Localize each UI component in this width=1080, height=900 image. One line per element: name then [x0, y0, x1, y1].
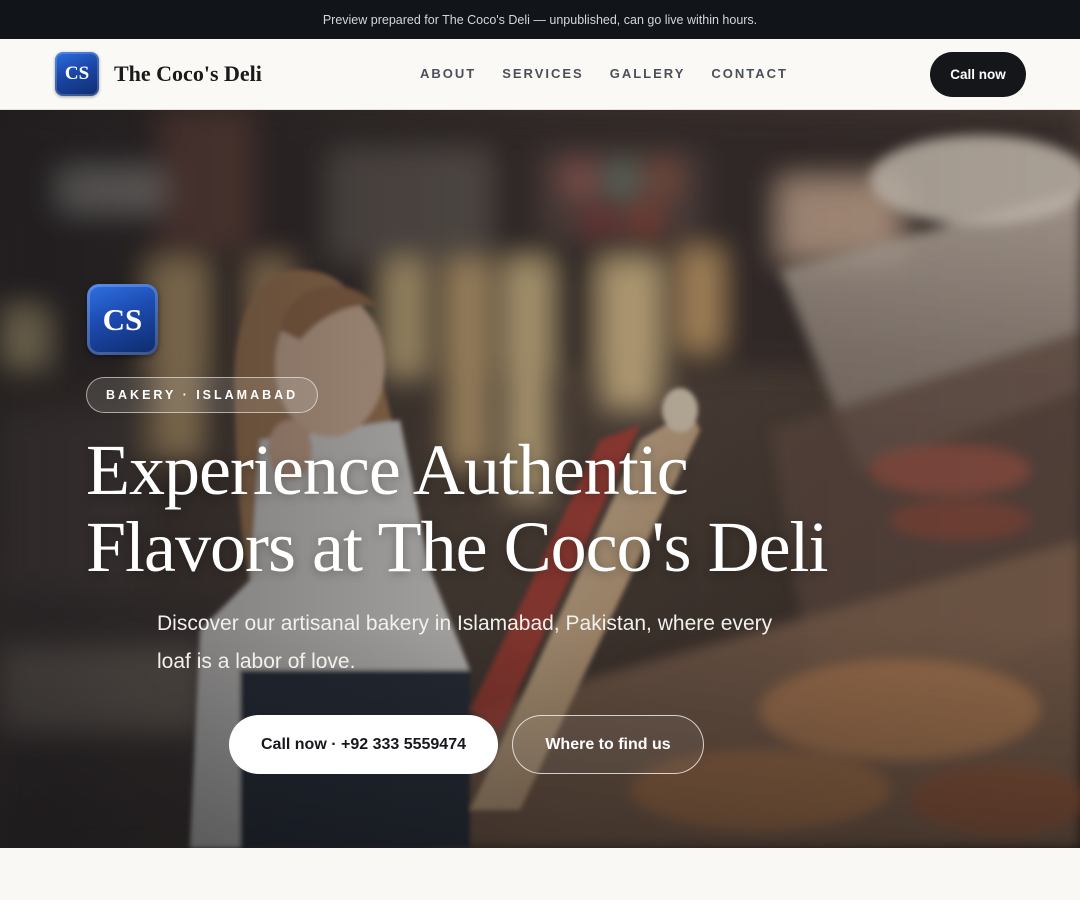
nav-link-services[interactable]: SERVICES [502, 66, 584, 81]
call-now-button[interactable]: Call now [930, 52, 1026, 97]
site-header: CS The Coco's Deli ABOUT SERVICES GALLER… [0, 39, 1080, 110]
nav-link-gallery[interactable]: GALLERY [610, 66, 686, 81]
brand-name[interactable]: The Coco's Deli [114, 61, 262, 87]
call-phone-button[interactable]: Call now · +92 333 5559474 [229, 715, 498, 774]
preview-banner: Preview prepared for The Coco's Deli — u… [0, 0, 1080, 39]
hero-section: CS BAKERY · ISLAMABAD Experience Authent… [0, 110, 1080, 848]
preview-banner-text: Preview prepared for The Coco's Deli — u… [322, 12, 758, 27]
hero-subtitle: Discover our artisanal bakery in Islamab… [157, 612, 773, 673]
nav-link-contact[interactable]: CONTACT [711, 66, 788, 81]
nav-link-about[interactable]: ABOUT [420, 66, 476, 81]
where-to-find-us-button[interactable]: Where to find us [512, 715, 704, 774]
hero-title: Experience Authentic Flavors at The Coco… [86, 430, 829, 587]
hero-logo-initials: CS [102, 301, 143, 337]
brand-logo[interactable]: CS [55, 52, 99, 96]
category-tag-text: BAKERY · ISLAMABAD [106, 388, 299, 402]
hero-logo: CS [87, 284, 158, 355]
main-nav: ABOUT SERVICES GALLERY CONTACT [420, 66, 788, 81]
brand-logo-initials: CS [64, 63, 90, 84]
category-tag: BAKERY · ISLAMABAD [86, 377, 319, 413]
